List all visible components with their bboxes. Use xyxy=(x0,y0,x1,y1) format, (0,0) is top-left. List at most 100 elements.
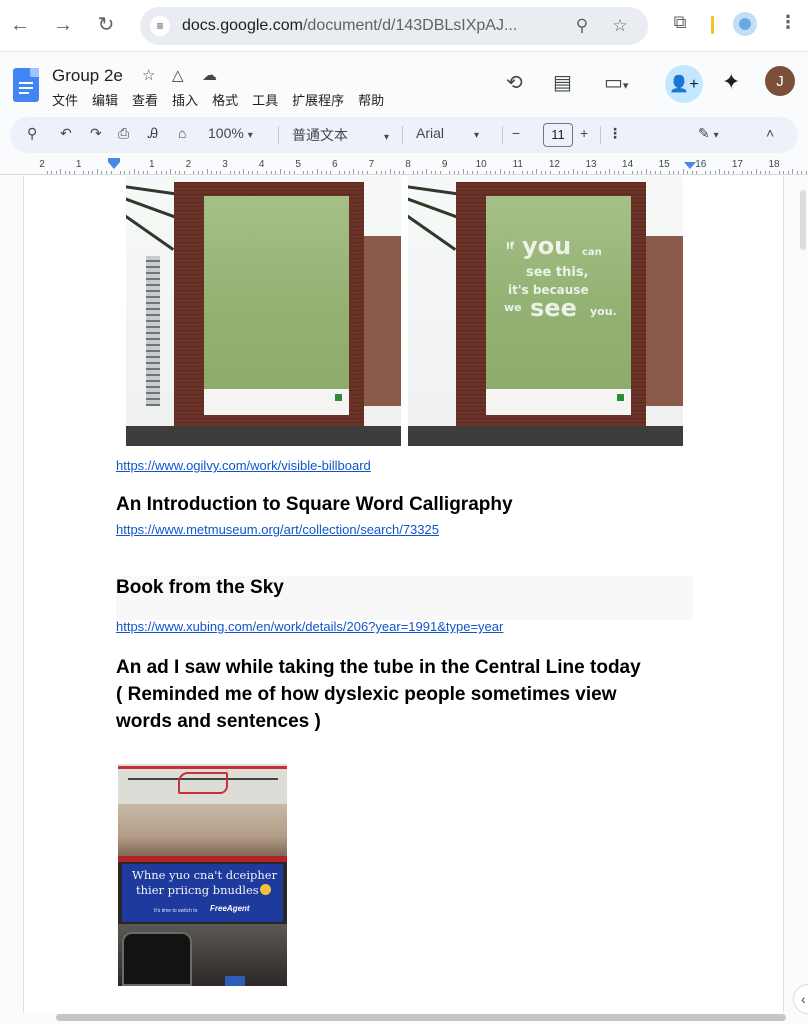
zoom-select[interactable]: 100% ▾ xyxy=(208,125,253,141)
ruler-tick xyxy=(792,169,794,174)
search-menus-icon[interactable]: ⚲ xyxy=(27,125,37,142)
ruler-tick xyxy=(472,171,474,174)
ruler-tick xyxy=(138,171,140,174)
document-title[interactable]: Group 2e xyxy=(52,66,123,86)
more-options-icon[interactable]: ⋮ xyxy=(608,125,622,142)
ruler-tick xyxy=(526,171,528,174)
hide-menus-chevron-up-icon[interactable]: ˄ xyxy=(766,125,774,141)
ruler-tick xyxy=(302,171,304,174)
undo-icon[interactable]: ↶ xyxy=(60,125,72,142)
browser-menu-icon[interactable]: ⋮ xyxy=(776,12,800,36)
ruler-label: 1 xyxy=(75,159,82,170)
increase-font-size-button[interactable]: + xyxy=(580,125,588,141)
ruler-tick xyxy=(229,171,231,174)
ruler-tick xyxy=(110,171,112,174)
billboard-image-blank xyxy=(126,176,401,446)
star-icon[interactable]: ☆ xyxy=(142,66,155,84)
reload-icon[interactable]: ↻ xyxy=(92,11,120,39)
menu-view[interactable]: 查看 xyxy=(132,90,158,109)
ruler-tick xyxy=(499,169,501,174)
ad-text-line2: thier priicng bnudles xyxy=(136,883,259,897)
ruler-tick xyxy=(677,171,679,174)
font-family-select[interactable]: Arial ▾ xyxy=(416,125,479,141)
meet-camera-icon[interactable]: ▭▾ xyxy=(604,70,628,95)
right-indent-marker[interactable] xyxy=(684,162,696,169)
link-xubing[interactable]: https://www.xubing.com/en/work/details/2… xyxy=(116,619,503,634)
toolbar-separator xyxy=(502,126,503,144)
document-page[interactable]: If you can see this, it's because we see… xyxy=(23,176,784,1012)
move-folder-icon[interactable]: △ xyxy=(172,66,184,84)
address-bar[interactable]: ≡ docs.google.com/document/d/143DBLsIXpA… xyxy=(140,7,648,45)
menu-insert[interactable]: 插入 xyxy=(172,90,198,109)
tube-ad-photo[interactable]: Whne yuo cna't dceipher thier priicng bn… xyxy=(118,764,287,986)
ruler-tick xyxy=(494,171,496,174)
ruler-tick xyxy=(362,171,364,174)
paint-format-icon[interactable]: ⌂ xyxy=(178,125,186,141)
cloud-saved-icon[interactable]: ☁ xyxy=(202,66,217,84)
ruler-tick xyxy=(705,171,707,174)
ruler-tick xyxy=(613,171,615,174)
ruler-tick xyxy=(806,171,808,174)
avatar[interactable]: J xyxy=(765,66,795,96)
ruler-tick xyxy=(284,171,286,174)
ruler-tick xyxy=(741,171,743,174)
ruler-tick xyxy=(142,171,144,174)
ruler-tick xyxy=(311,171,313,174)
paragraph-style-select[interactable]: 普通文本 ▾ xyxy=(292,125,389,145)
ruler-tick xyxy=(659,171,661,174)
ruler-tick xyxy=(64,171,66,174)
docs-header: Group 2e ☆ △ ☁ 文件 编辑 查看 插入 格式 工具 扩展程序 帮助… xyxy=(0,52,808,114)
left-indent-marker[interactable] xyxy=(108,162,120,169)
tube-ceiling-panel xyxy=(118,804,287,858)
menu-help[interactable]: 帮助 xyxy=(358,90,384,109)
extensions-puzzle-icon[interactable]: ⧉ xyxy=(668,12,692,36)
font-size-input[interactable]: 11 xyxy=(543,123,573,147)
ruler-tick xyxy=(133,169,135,174)
ruler-tick xyxy=(572,169,574,174)
ruler-tick xyxy=(755,169,757,174)
google-docs-logo-icon[interactable] xyxy=(13,68,39,102)
ruler-tick xyxy=(440,171,442,174)
ruler-tick xyxy=(421,171,423,174)
spellcheck-icon[interactable]: Ꭿ xyxy=(148,125,158,142)
zoom-icon[interactable]: ⚲ xyxy=(572,16,592,36)
share-add-person-icon[interactable]: 👤+ xyxy=(665,65,703,103)
ruler-tick xyxy=(508,171,510,174)
back-arrow-icon[interactable]: ← xyxy=(6,11,34,39)
site-info-icon[interactable]: ≡ xyxy=(150,16,170,36)
decrease-font-size-button[interactable]: − xyxy=(512,125,520,141)
ruler-tick xyxy=(325,171,327,174)
billboard-message-see: see xyxy=(530,294,577,322)
ruler-tick xyxy=(577,171,579,174)
ruler-label: 15 xyxy=(658,159,670,170)
forward-arrow-icon[interactable]: → xyxy=(49,11,77,39)
horizontal-scrollbar[interactable] xyxy=(56,1014,786,1021)
ad-small-text: It's time to switch to xyxy=(154,908,198,914)
menu-file[interactable]: 文件 xyxy=(52,90,78,109)
ruler-tick xyxy=(673,171,675,174)
version-history-icon[interactable]: ⟲ xyxy=(506,70,523,95)
comments-icon[interactable]: ▤ xyxy=(553,70,572,95)
menu-tools[interactable]: 工具 xyxy=(252,90,278,109)
redo-icon[interactable]: ↷ xyxy=(90,125,102,142)
ruler-tick xyxy=(156,171,158,174)
ruler-tick xyxy=(380,171,382,174)
ruler-tick xyxy=(476,171,478,174)
ruler: 2 1 1 2 3 4 5 6 7 8 9 10 11 12 13 14 15 16 17 18 xyxy=(0,157,808,175)
ruler-tick xyxy=(179,171,181,174)
bookmark-star-icon[interactable]: ☆ xyxy=(610,16,630,36)
menu-extensions[interactable]: 扩展程序 xyxy=(292,90,344,109)
vertical-scrollbar[interactable] xyxy=(800,190,806,250)
gemini-sparkle-icon[interactable]: ✦ xyxy=(722,69,740,95)
ruler-tick xyxy=(106,171,108,174)
menu-edit[interactable]: 编辑 xyxy=(92,90,118,109)
ruler-tick xyxy=(46,171,48,174)
link-metmuseum[interactable]: https://www.metmuseum.org/art/collection… xyxy=(116,522,439,537)
menu-format[interactable]: 格式 xyxy=(212,90,238,109)
ruler-tick xyxy=(600,171,602,174)
editing-mode-pencil-icon[interactable]: ✎ ▾ xyxy=(698,125,719,142)
link-ogilvy[interactable]: https://www.ogilvy.com/work/visible-bill… xyxy=(116,458,371,473)
extension-profile-icon[interactable] xyxy=(733,12,757,36)
print-icon[interactable]: ⎙ xyxy=(118,125,129,142)
heading-tube-ad-line: An ad I saw while taking the tube in the… xyxy=(116,657,641,678)
